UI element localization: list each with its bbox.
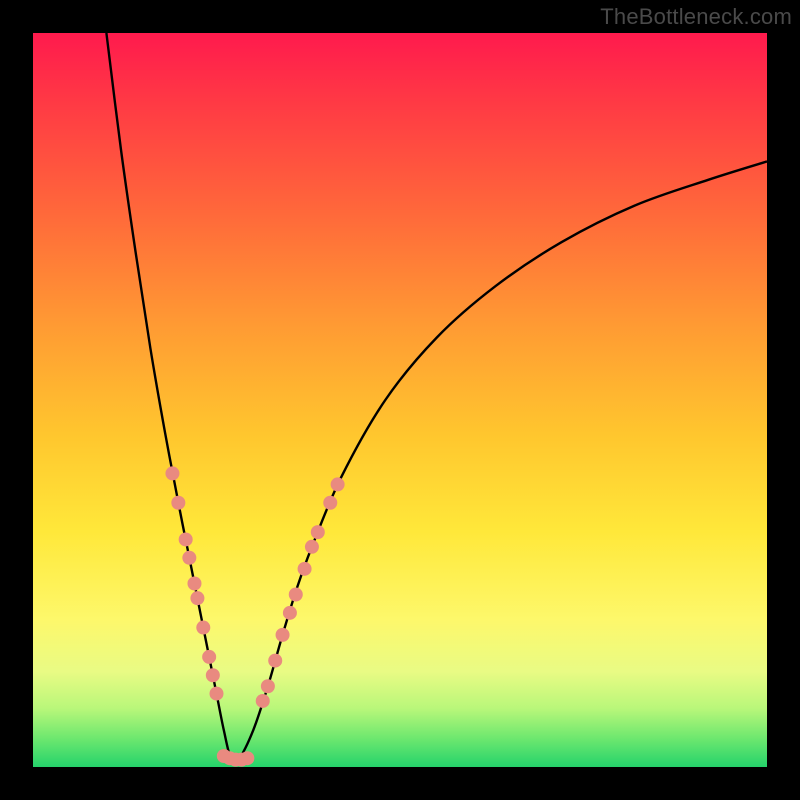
- watermark-text: TheBottleneck.com: [600, 4, 792, 30]
- chart-frame: TheBottleneck.com: [0, 0, 800, 800]
- highlight-dot: [171, 496, 185, 510]
- highlight-dot: [240, 751, 254, 765]
- highlight-dot: [206, 668, 220, 682]
- highlight-dot: [182, 551, 196, 565]
- highlight-dot: [305, 540, 319, 554]
- highlight-dot: [190, 591, 204, 605]
- chart-overlay: [33, 33, 767, 767]
- highlight-dot: [283, 606, 297, 620]
- highlight-dot: [256, 694, 270, 708]
- highlight-dot: [165, 466, 179, 480]
- highlight-dot: [331, 477, 345, 491]
- highlight-dots: [165, 466, 344, 766]
- highlight-dot: [298, 562, 312, 576]
- highlight-dot: [311, 525, 325, 539]
- highlight-dot: [276, 628, 290, 642]
- highlight-dot: [289, 588, 303, 602]
- highlight-dot: [210, 687, 224, 701]
- highlight-dot: [196, 621, 210, 635]
- highlight-dot: [323, 496, 337, 510]
- highlight-dot: [202, 650, 216, 664]
- highlight-dot: [268, 654, 282, 668]
- highlight-dot: [261, 679, 275, 693]
- highlight-dot: [187, 577, 201, 591]
- highlight-dot: [179, 532, 193, 546]
